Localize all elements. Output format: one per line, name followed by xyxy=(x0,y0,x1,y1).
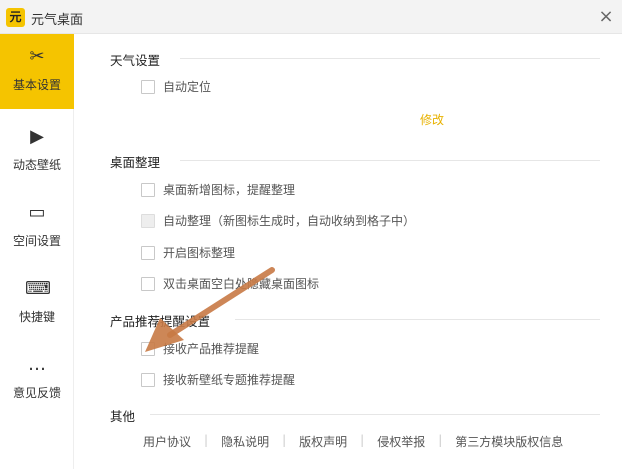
checkbox-label: 桌面新增图标，提醒整理 xyxy=(163,183,296,197)
checkbox-wallpaper-recommend[interactable]: 接收新壁纸专题推荐提醒 xyxy=(141,371,295,388)
sidebar-item-label: 基本设置 xyxy=(12,78,61,92)
drive-icon: ▭ xyxy=(28,202,46,223)
checkbox[interactable] xyxy=(141,182,155,197)
feedback-icon: … xyxy=(28,354,46,375)
checkbox-label: 接收新壁纸专题推荐提醒 xyxy=(163,373,296,387)
checkbox-double-click-hide[interactable]: 双击桌面空白处隐藏桌面图标 xyxy=(141,275,319,292)
divider xyxy=(150,414,600,415)
link-copyright[interactable]: 版权声明 xyxy=(286,433,360,450)
divider xyxy=(235,319,600,320)
sidebar-item-shortcuts[interactable]: ⌨ 快捷键 xyxy=(0,266,74,341)
link-infringement-report[interactable]: 侵权举报 xyxy=(364,433,438,450)
sidebar-item-feedback[interactable]: … 意见反馈 xyxy=(0,342,74,417)
sidebar-item-label: 空间设置 xyxy=(12,234,61,248)
close-button[interactable]: × xyxy=(596,6,616,27)
checkbox-label: 开启图标整理 xyxy=(163,246,236,260)
checkbox-enable-organize[interactable]: 开启图标整理 xyxy=(141,244,235,261)
modify-link[interactable]: 修改 xyxy=(420,111,444,128)
section-title-weather: 天气设置 xyxy=(110,53,161,68)
checkbox-label: 自动定位 xyxy=(163,80,212,94)
checkbox[interactable] xyxy=(141,213,155,228)
checkbox[interactable] xyxy=(141,245,155,260)
checkbox[interactable] xyxy=(141,341,155,356)
title-bar: 元 元气桌面 × xyxy=(0,0,622,34)
checkbox-auto-organize[interactable]: 自动整理（新图标生成时，自动收纳到格子中） xyxy=(141,212,415,229)
keyboard-icon: ⌨ xyxy=(25,278,51,299)
tools-icon: ✂ xyxy=(29,46,45,67)
sidebar: ✂ 基本设置 ▶ 动态壁纸 ▭ 空间设置 ⌨ 快捷键 … 意见反馈 xyxy=(0,34,74,469)
checkbox-product-recommend[interactable]: 接收产品推荐提醒 xyxy=(141,340,259,357)
sidebar-item-label: 动态壁纸 xyxy=(12,158,61,172)
checkbox[interactable] xyxy=(141,372,155,387)
divider xyxy=(180,58,600,59)
window-title: 元气桌面 xyxy=(31,13,84,28)
annotation-arrow-icon xyxy=(145,267,275,352)
checkbox[interactable] xyxy=(141,79,155,94)
checkbox-auto-locate[interactable]: 自动定位 xyxy=(141,78,211,95)
checkbox-label: 接收产品推荐提醒 xyxy=(163,342,260,356)
section-title-other: 其他 xyxy=(110,409,136,424)
sidebar-item-basic-settings[interactable]: ✂ 基本设置 xyxy=(0,34,74,109)
sidebar-item-live-wallpaper[interactable]: ▶ 动态壁纸 xyxy=(0,114,74,189)
checkbox-new-icon-remind[interactable]: 桌面新增图标，提醒整理 xyxy=(141,181,295,198)
section-title-desktop: 桌面整理 xyxy=(110,155,161,170)
sidebar-item-label: 意见反馈 xyxy=(12,386,61,400)
checkbox-label: 双击桌面空白处隐藏桌面图标 xyxy=(163,277,320,291)
footer-links: 用户协议 | 隐私说明 | 版权声明 | 侵权举报 | 第三方模块版权信息 xyxy=(141,433,576,450)
sidebar-item-label: 快捷键 xyxy=(18,310,55,324)
divider xyxy=(180,160,600,161)
play-icon: ▶ xyxy=(30,126,44,147)
app-logo: 元 xyxy=(6,8,25,27)
link-user-agreement[interactable]: 用户协议 xyxy=(141,433,204,450)
link-third-party-license[interactable]: 第三方模块版权信息 xyxy=(442,433,576,450)
checkbox-label: 自动整理（新图标生成时，自动收纳到格子中） xyxy=(163,214,416,228)
sidebar-item-space-settings[interactable]: ▭ 空间设置 xyxy=(0,190,74,265)
checkbox[interactable] xyxy=(141,276,155,291)
link-privacy[interactable]: 隐私说明 xyxy=(208,433,282,450)
section-title-recommend: 产品推荐提醒设置 xyxy=(110,314,211,329)
